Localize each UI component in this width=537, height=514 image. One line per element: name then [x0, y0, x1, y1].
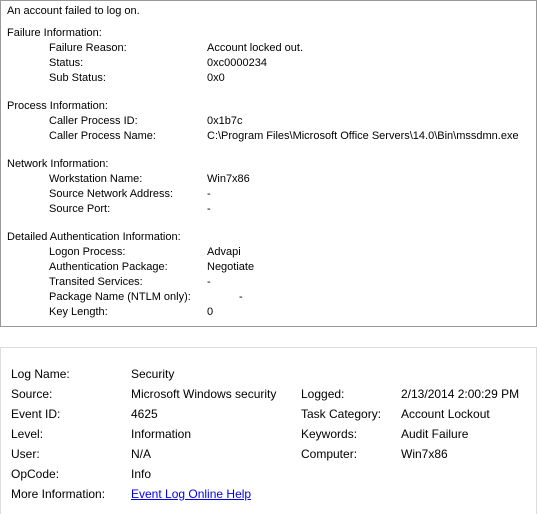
empty	[401, 464, 526, 484]
moreinfo-row: More Information: Event Log Online Help	[11, 484, 526, 504]
empty	[301, 464, 401, 484]
auth-package-row: Authentication Package: Negotiate	[7, 260, 530, 275]
computer-value: Win7x86	[401, 444, 526, 464]
opcode-label: OpCode:	[11, 464, 131, 484]
empty	[401, 484, 526, 504]
source-addr-row: Source Network Address: -	[7, 187, 530, 202]
auth-section-title: Detailed Authentication Information:	[7, 231, 530, 243]
failure-section-title: Failure Information:	[7, 27, 530, 39]
source-row: Source: Microsoft Windows security Logge…	[11, 384, 526, 404]
substatus-value: 0x0	[207, 71, 530, 86]
source-addr-value: -	[207, 187, 530, 202]
source-addr-label: Source Network Address:	[49, 187, 207, 202]
key-length-value: 0	[207, 305, 530, 320]
level-value: Information	[131, 424, 301, 444]
empty	[301, 484, 401, 504]
logon-process-value: Advapi	[207, 245, 530, 260]
ntlm-package-label: Package Name (NTLM only):	[49, 290, 239, 305]
empty	[401, 364, 526, 384]
opcode-value: Info	[131, 464, 301, 484]
transited-services-row: Transited Services: -	[7, 275, 530, 290]
failure-reason-row: Failure Reason: Account locked out.	[7, 41, 530, 56]
auth-package-label: Authentication Package:	[49, 260, 207, 275]
logname-value: Security	[131, 364, 301, 384]
eventid-label: Event ID:	[11, 404, 131, 424]
source-value: Microsoft Windows security	[131, 384, 301, 404]
keywords-label: Keywords:	[301, 424, 401, 444]
user-row: User: N/A Computer: Win7x86	[11, 444, 526, 464]
event-log-online-help-link[interactable]: Event Log Online Help	[131, 487, 251, 501]
opcode-row: OpCode: Info	[11, 464, 526, 484]
logname-label: Log Name:	[11, 364, 131, 384]
user-label: User:	[11, 444, 131, 464]
transited-services-value: -	[207, 275, 530, 290]
caller-pname-value: C:\Program Files\Microsoft Office Server…	[207, 129, 530, 144]
source-port-row: Source Port: -	[7, 202, 530, 217]
caller-pid-label: Caller Process ID:	[49, 114, 207, 129]
taskcat-value: Account Lockout	[401, 404, 526, 424]
taskcat-label: Task Category:	[301, 404, 401, 424]
event-description-panel: An account failed to log on. Failure Inf…	[0, 0, 537, 327]
ntlm-package-value: -	[239, 290, 530, 305]
empty	[301, 364, 401, 384]
workstation-value: Win7x86	[207, 172, 530, 187]
event-meta-panel: Log Name: Security Source: Microsoft Win…	[0, 347, 537, 514]
eventid-row: Event ID: 4625 Task Category: Account Lo…	[11, 404, 526, 424]
logon-process-label: Logon Process:	[49, 245, 207, 260]
workstation-row: Workstation Name: Win7x86	[7, 172, 530, 187]
failure-reason-label: Failure Reason:	[49, 41, 207, 56]
source-port-value: -	[207, 202, 530, 217]
caller-pid-row: Caller Process ID: 0x1b7c	[7, 114, 530, 129]
source-label: Source:	[11, 384, 131, 404]
substatus-label: Sub Status:	[49, 71, 207, 86]
event-header: An account failed to log on.	[7, 5, 530, 17]
network-section-title: Network Information:	[7, 158, 530, 170]
substatus-row: Sub Status: 0x0	[7, 71, 530, 86]
status-value: 0xc0000234	[207, 56, 530, 71]
keywords-value: Audit Failure	[401, 424, 526, 444]
caller-pid-value: 0x1b7c	[207, 114, 530, 129]
process-section-title: Process Information:	[7, 100, 530, 112]
caller-pname-row: Caller Process Name: C:\Program Files\Mi…	[7, 129, 530, 144]
logged-label: Logged:	[301, 384, 401, 404]
key-length-label: Key Length:	[49, 305, 207, 320]
transited-services-label: Transited Services:	[49, 275, 207, 290]
auth-package-value: Negotiate	[207, 260, 530, 275]
source-port-label: Source Port:	[49, 202, 207, 217]
status-row: Status: 0xc0000234	[7, 56, 530, 71]
caller-pname-label: Caller Process Name:	[49, 129, 207, 144]
level-label: Level:	[11, 424, 131, 444]
level-row: Level: Information Keywords: Audit Failu…	[11, 424, 526, 444]
workstation-label: Workstation Name:	[49, 172, 207, 187]
key-length-row: Key Length: 0	[7, 305, 530, 320]
user-value: N/A	[131, 444, 301, 464]
logged-value: 2/13/2014 2:00:29 PM	[401, 384, 526, 404]
ntlm-package-row: Package Name (NTLM only): -	[7, 290, 530, 305]
logname-row: Log Name: Security	[11, 364, 526, 384]
eventid-value: 4625	[131, 404, 301, 424]
failure-reason-value: Account locked out.	[207, 41, 530, 56]
moreinfo-label: More Information:	[11, 484, 131, 504]
logon-process-row: Logon Process: Advapi	[7, 245, 530, 260]
status-label: Status:	[49, 56, 207, 71]
computer-label: Computer:	[301, 444, 401, 464]
